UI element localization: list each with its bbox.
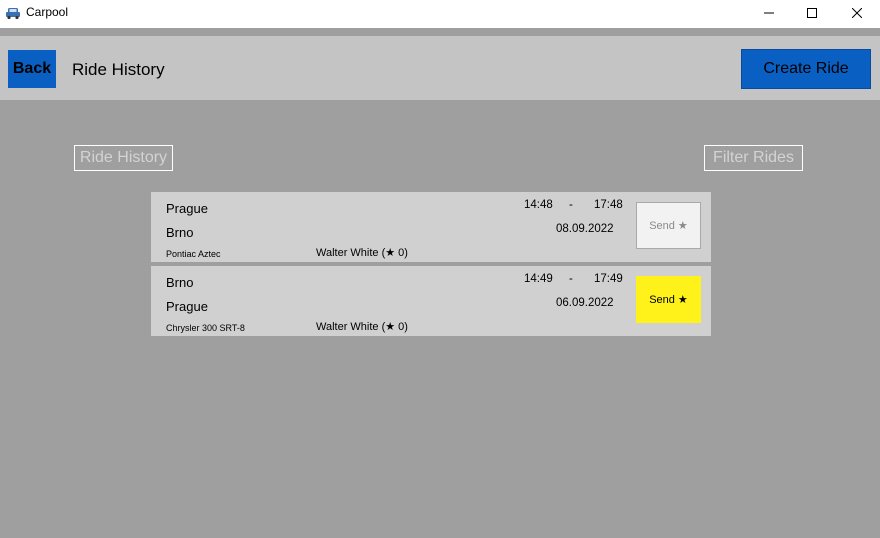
ride-date: 06.09.2022 bbox=[556, 297, 614, 309]
maximize-button[interactable] bbox=[789, 0, 835, 28]
close-button[interactable] bbox=[834, 0, 880, 28]
ride-history-label: Ride History bbox=[74, 145, 173, 171]
window-title: Carpool bbox=[26, 5, 69, 19]
ride-arrival-time: 17:49 bbox=[594, 273, 623, 285]
ride-arrival-time: 17:48 bbox=[594, 199, 623, 211]
minimize-icon bbox=[764, 5, 774, 23]
ride-list-item[interactable]: Brno Prague Chrysler 300 SRT-8 Walter Wh… bbox=[151, 266, 711, 336]
ride-origin: Brno bbox=[166, 275, 194, 290]
maximize-icon bbox=[807, 5, 817, 23]
minimize-button[interactable] bbox=[746, 0, 792, 28]
ride-driver: Walter White (★ 0) bbox=[316, 247, 408, 259]
time-separator: - bbox=[569, 199, 573, 211]
ride-destination: Prague bbox=[166, 299, 208, 314]
ride-origin: Prague bbox=[166, 201, 208, 216]
back-button[interactable]: Back bbox=[8, 50, 56, 88]
ride-car: Chrysler 300 SRT-8 bbox=[166, 323, 245, 333]
ride-date: 08.09.2022 bbox=[556, 223, 614, 235]
create-ride-button[interactable]: Create Ride bbox=[741, 49, 871, 89]
close-icon bbox=[851, 5, 863, 23]
send-rating-button[interactable]: Send ★ bbox=[636, 276, 701, 323]
ride-driver: Walter White (★ 0) bbox=[316, 321, 408, 333]
filter-rides-button[interactable]: Filter Rides bbox=[704, 145, 803, 171]
ride-departure-time: 14:49 bbox=[524, 273, 553, 285]
title-bar: Carpool bbox=[0, 0, 880, 28]
send-rating-button[interactable]: Send ★ bbox=[636, 202, 701, 249]
time-separator: - bbox=[569, 273, 573, 285]
ride-list-item[interactable]: Prague Brno Pontiac Aztec Walter White (… bbox=[151, 192, 711, 262]
page-header: Back Ride History Create Ride bbox=[0, 36, 880, 100]
title-separator bbox=[0, 28, 880, 36]
car-icon bbox=[5, 6, 21, 20]
ride-car: Pontiac Aztec bbox=[166, 249, 221, 259]
ride-destination: Brno bbox=[166, 225, 194, 240]
page-title: Ride History bbox=[72, 60, 165, 79]
ride-departure-time: 14:48 bbox=[524, 199, 553, 211]
